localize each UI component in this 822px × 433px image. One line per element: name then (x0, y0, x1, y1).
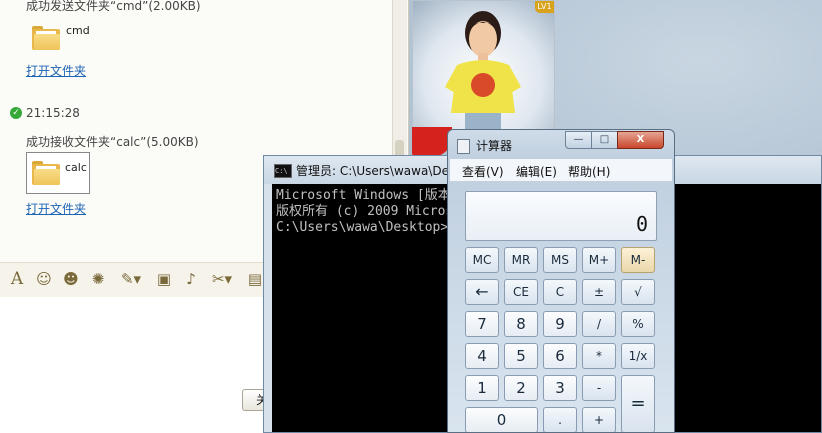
calculator-title: 计算器 (476, 139, 513, 153)
message-sent-text: 成功发送文件夹“cmd”(2.00KB) (26, 0, 201, 13)
menu-view[interactable]: 查看(V) (462, 163, 504, 180)
open-folder-link[interactable]: 打开文件夹 (26, 200, 86, 217)
menu-bar: 查看(V) 编辑(E) 帮助(H) (450, 159, 672, 182)
music-icon[interactable]: ♪ (182, 270, 200, 288)
menu-edit[interactable]: 编辑(E) (516, 163, 557, 180)
digit-7-key[interactable]: 7 (465, 311, 499, 337)
digit-0-key[interactable]: 0 (465, 407, 538, 432)
add-key[interactable]: + (582, 407, 616, 432)
message-time: 21:15:28 (26, 106, 80, 120)
digit-1-key[interactable]: 1 (465, 375, 499, 401)
backspace-key[interactable]: ← (465, 279, 499, 305)
memory-store-key[interactable]: MS (543, 247, 577, 273)
console-icon: C:\ (274, 164, 292, 178)
negate-key[interactable]: ± (582, 279, 616, 305)
screenshot-scissors-icon[interactable]: ✂▾ (208, 270, 236, 288)
folder-icon (32, 161, 60, 185)
subtract-key[interactable]: - (582, 375, 616, 401)
percent-key[interactable]: % (621, 311, 655, 337)
digit-9-key[interactable]: 9 (543, 311, 577, 337)
open-folder-link[interactable]: 打开文件夹 (26, 62, 86, 79)
decimal-key[interactable]: . (543, 407, 577, 432)
maximize-button[interactable]: □ (591, 131, 618, 149)
memory-subtract-key[interactable]: M- (621, 247, 655, 273)
calculator-window: 计算器 — □ X 查看(V) 编辑(E) 帮助(H) 0 MC MR MS M… (447, 129, 675, 433)
memory-recall-key[interactable]: MR (504, 247, 538, 273)
magic-emoji-icon[interactable]: ☻ (62, 270, 80, 288)
voice-message-icon[interactable]: ✎▾ (117, 270, 145, 288)
calculator-icon (457, 139, 470, 154)
square-root-key[interactable]: √ (621, 279, 655, 305)
emoji-icon[interactable]: ☺ (35, 270, 53, 288)
calculator-display: 0 (465, 191, 657, 241)
digit-2-key[interactable]: 2 (504, 375, 538, 401)
digit-8-key[interactable]: 8 (504, 311, 538, 337)
multiply-key[interactable]: * (582, 343, 616, 369)
sent-folder-name: cmd (66, 24, 90, 37)
digit-6-key[interactable]: 6 (543, 343, 577, 369)
font-icon[interactable]: A (8, 270, 26, 288)
memory-add-key[interactable]: M+ (582, 247, 616, 273)
reciprocal-key[interactable]: 1/x (621, 343, 655, 369)
message-received-text: 成功接收文件夹“calc”(5.00KB) (26, 135, 199, 149)
menu-help[interactable]: 帮助(H) (568, 163, 610, 180)
digit-3-key[interactable]: 3 (543, 375, 577, 401)
folder-icon[interactable] (32, 26, 60, 50)
avatar-figure (445, 11, 521, 131)
clear-key[interactable]: C (543, 279, 577, 305)
avatar-show-panel: LV1 (412, 0, 555, 132)
divide-key[interactable]: / (582, 311, 616, 337)
equals-key[interactable]: = (621, 375, 655, 432)
display-value: 0 (635, 212, 648, 236)
clear-entry-key[interactable]: CE (504, 279, 538, 305)
received-file-box[interactable]: calc (26, 152, 90, 194)
memory-clear-key[interactable]: MC (465, 247, 499, 273)
digit-4-key[interactable]: 4 (465, 343, 499, 369)
briefcase-icon[interactable]: ▤ (246, 270, 264, 288)
close-button[interactable]: X (617, 131, 664, 149)
image-icon[interactable]: ▣ (155, 270, 173, 288)
received-folder-name: calc (65, 161, 87, 174)
shake-icon[interactable]: ✺ (89, 270, 107, 288)
digit-5-key[interactable]: 5 (504, 343, 538, 369)
level-badge: LV1 (535, 1, 554, 13)
check-icon: ✓ (10, 107, 22, 119)
minimize-button[interactable]: — (565, 131, 592, 149)
